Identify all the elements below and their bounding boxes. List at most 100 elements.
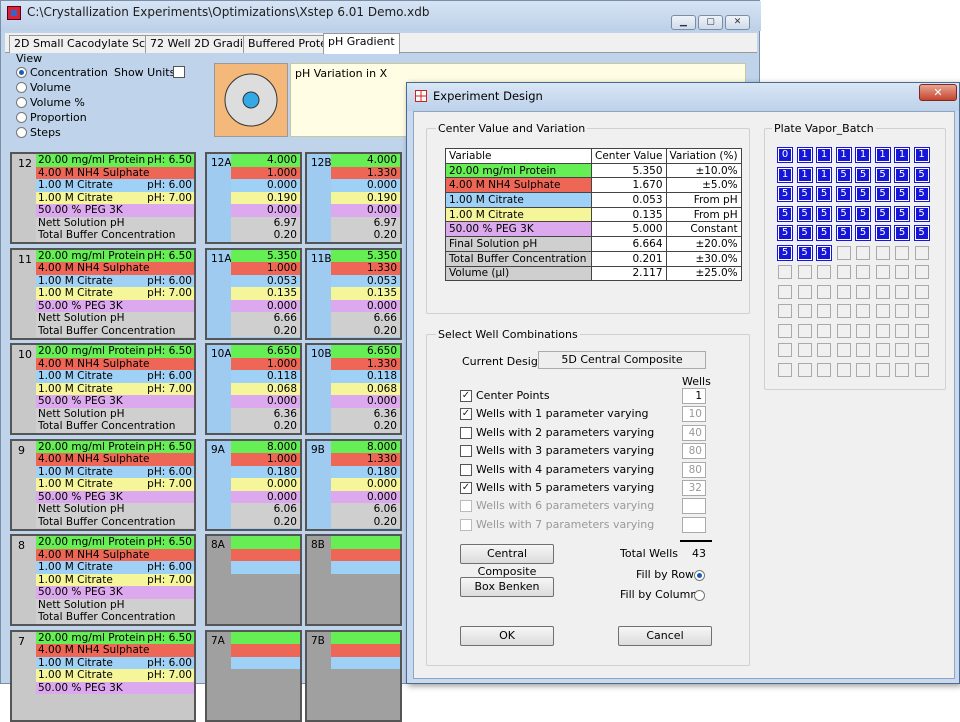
plate-well[interactable]: 5 (855, 186, 871, 202)
radio-volume-pct[interactable] (16, 97, 27, 108)
ok-button[interactable]: OK (460, 626, 554, 646)
plate-well[interactable]: 1 (816, 147, 832, 163)
combo-checkbox[interactable]: ✓ (460, 390, 472, 402)
plate-well[interactable]: 5 (855, 166, 871, 183)
combo-checkbox[interactable]: ✓ (460, 482, 472, 494)
plate-well[interactable]: 5 (913, 225, 930, 241)
plate-well[interactable]: 5 (796, 186, 813, 202)
combo-wells-field[interactable]: 1 (682, 388, 706, 404)
plate-well[interactable] (875, 265, 890, 279)
plate-well[interactable] (778, 343, 792, 357)
plate-well[interactable]: 5 (796, 205, 813, 222)
plate-well[interactable]: 5 (777, 205, 793, 222)
plate-well[interactable] (856, 284, 870, 299)
plate-well[interactable] (778, 284, 792, 299)
close-button[interactable]: ✕ (725, 15, 750, 30)
plate-well[interactable] (875, 304, 890, 318)
plate-well[interactable]: 1 (874, 147, 891, 163)
plate-well[interactable] (895, 265, 909, 279)
plate-well[interactable] (836, 265, 851, 279)
well-7A[interactable]: 7A (205, 629, 302, 722)
table-row[interactable]: Final Solution pH 6.664 ±20.0% (445, 236, 742, 252)
central-composite-button[interactable]: Central Composite (460, 544, 554, 578)
plate-well[interactable]: 1 (816, 166, 832, 183)
row-10-composition[interactable]: 10 20.00 mg/ml Protein pH: 6.50 4.00 M NH4 … (10, 343, 196, 435)
row-9-composition[interactable]: 9 20.00 mg/ml Protein pH: 6.50 4.00 M NH4 S… (10, 438, 196, 531)
plate-well[interactable] (895, 362, 909, 377)
plate-well[interactable] (914, 343, 929, 357)
plate-well[interactable]: 5 (894, 225, 910, 241)
combo-checkbox[interactable] (460, 426, 472, 439)
plate-well[interactable] (836, 304, 851, 318)
plate-well[interactable] (817, 265, 831, 279)
table-row[interactable]: 20.00 mg/ml Protein 5.350 ±10.0% (445, 162, 742, 179)
combo-wells-field[interactable]: 80 (682, 443, 706, 460)
plate-well[interactable]: 1 (796, 166, 813, 183)
plate-well[interactable] (914, 265, 929, 279)
plate-well[interactable] (817, 343, 831, 357)
plate-well[interactable]: 5 (816, 225, 832, 241)
plate-well[interactable] (856, 265, 870, 279)
plate-well[interactable]: 5 (777, 186, 793, 202)
table-row[interactable]: 50.00 % PEG 3K 5.000 Constant (445, 221, 742, 238)
well-12A[interactable]: 12A 4.000 1.000 0.000 0.190 0.000 6.97 0.20 (205, 152, 302, 244)
plate-well[interactable] (836, 343, 851, 357)
show-units-checkbox[interactable] (173, 66, 185, 78)
plate-well[interactable] (875, 343, 890, 357)
well-10A[interactable]: 10A 6.650 1.000 0.118 0.068 0.000 6.36 0.20 (205, 343, 302, 435)
table-row[interactable]: 4.00 M NH4 Sulphate 1.670 ±5.0% (445, 177, 742, 194)
radio-concentration[interactable] (16, 67, 27, 78)
plate-well[interactable] (836, 323, 851, 338)
plate-well[interactable]: 1 (913, 147, 930, 163)
row-8-composition[interactable]: 8 20.00 mg/ml Protein pH: 6.50 4.00 M NH4 S… (10, 534, 196, 626)
plate-well[interactable]: 1 (796, 147, 813, 163)
plate-well[interactable] (914, 245, 929, 260)
plate-well[interactable]: 1 (777, 166, 793, 183)
maximize-button[interactable]: ▢ (698, 15, 723, 30)
plate-well[interactable] (817, 362, 831, 377)
minimize-button[interactable]: ▁ (671, 15, 696, 30)
plate-well[interactable]: 5 (796, 225, 813, 241)
cancel-button[interactable]: Cancel (618, 626, 712, 646)
plate-well[interactable] (875, 323, 890, 338)
radio-volume[interactable] (16, 82, 27, 93)
plate-well[interactable] (856, 343, 870, 357)
plate-well[interactable] (914, 284, 929, 299)
plate-well[interactable] (856, 323, 870, 338)
plate-well[interactable] (895, 343, 909, 357)
plate-well[interactable]: 1 (855, 147, 871, 163)
plate-well[interactable]: 5 (894, 166, 910, 183)
plate-well[interactable]: 5 (913, 186, 930, 202)
table-row[interactable]: Total Buffer Concentration 0.201 ±30.0% (445, 250, 742, 267)
plate-well[interactable]: 5 (777, 225, 793, 241)
combo-wells-field[interactable]: 32 (682, 480, 706, 496)
plate-well[interactable]: 5 (816, 205, 832, 222)
plate-well[interactable] (914, 362, 929, 377)
plate-well[interactable]: 5 (894, 205, 910, 222)
well-8A[interactable]: 8A (205, 534, 302, 626)
combo-checkbox[interactable] (460, 445, 472, 458)
plate-well[interactable]: 5 (855, 225, 871, 241)
plate-well[interactable]: 5 (835, 186, 852, 202)
plate-well[interactable] (875, 245, 890, 260)
plate-well[interactable] (895, 304, 909, 318)
plate-well[interactable]: 5 (874, 186, 891, 202)
plate-well[interactable]: 5 (913, 205, 930, 222)
plate-well[interactable] (778, 362, 792, 377)
well-12B[interactable]: 12B 4.000 1.330 0.000 0.190 0.000 6.97 0.20 (305, 152, 402, 244)
plate-well[interactable] (797, 284, 812, 299)
plate-well[interactable] (817, 304, 831, 318)
plate-well[interactable] (856, 362, 870, 377)
well-11B[interactable]: 11B 5.350 1.330 0.053 0.135 0.000 6.66 0.20 (305, 247, 402, 340)
plate-well[interactable]: 5 (777, 244, 793, 261)
plate-well[interactable]: 1 (894, 147, 910, 163)
plate-well[interactable]: 5 (816, 186, 832, 202)
row-7-composition[interactable]: 7 20.00 mg/ml Protein pH: 6.50 4.00 M NH4 S… (10, 629, 196, 722)
combo-wells-field[interactable]: 40 (682, 424, 706, 441)
plate-well[interactable] (836, 245, 851, 260)
combo-checkbox[interactable] (460, 463, 472, 476)
plate-well[interactable]: 0 (777, 147, 793, 163)
plate-well[interactable]: 5 (835, 166, 852, 183)
fill-by-row-radio[interactable] (694, 570, 705, 581)
combo-checkbox[interactable]: ✓ (460, 408, 472, 421)
